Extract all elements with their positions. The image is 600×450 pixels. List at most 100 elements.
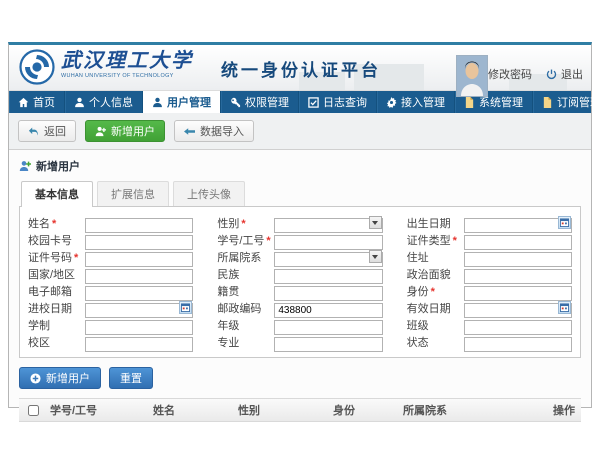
field-label: 性别* <box>217 215 274 231</box>
reset-button[interactable]: 重置 <box>109 367 153 389</box>
import-arrow-icon <box>184 126 195 137</box>
back-arrow-icon <box>28 126 39 137</box>
field-student-id: 学号/工号* <box>217 231 382 248</box>
campus-input[interactable] <box>85 337 193 352</box>
field-class: 班级 <box>407 316 572 333</box>
field-entry-date: 进校日期 <box>28 299 193 316</box>
select-all-checkbox[interactable] <box>28 405 39 416</box>
field-label: 籍贯 <box>217 283 274 299</box>
check-square-icon <box>308 97 319 108</box>
add-user-toolbar-button[interactable]: 新增用户 <box>85 120 165 142</box>
back-button[interactable]: 返回 <box>18 120 76 142</box>
calendar-icon[interactable] <box>558 216 571 229</box>
field-label: 校园卡号 <box>28 232 85 248</box>
native-place-input[interactable] <box>274 286 382 301</box>
add-user-panel: 新增用户 基本信息 扩展信息 上传头像 姓名* 性别* 出生日期 <box>9 149 591 407</box>
person-icon <box>74 97 85 108</box>
nav-item-access-management[interactable]: 接入管理 <box>377 91 455 113</box>
field-label: 学制 <box>28 317 85 333</box>
person-plus-icon <box>95 126 106 137</box>
entry-date-input[interactable] <box>85 303 193 318</box>
field-gender: 性别* <box>217 214 382 231</box>
col-name: 姓名 <box>150 402 235 418</box>
header-links: 修改密码 退出 <box>473 66 583 82</box>
calendar-icon[interactable] <box>558 301 571 314</box>
required-asterisk: * <box>74 252 78 264</box>
field-label: 证件号码* <box>28 249 85 265</box>
nav-item-log-query[interactable]: 日志查询 <box>299 91 377 113</box>
tab-upload-avatar[interactable]: 上传头像 <box>173 181 245 206</box>
data-import-label: 数据导入 <box>200 123 244 139</box>
nav-item-user-management[interactable]: 用户管理 <box>143 91 221 113</box>
id-number-input[interactable] <box>85 252 193 267</box>
add-user-label: 新增用户 <box>111 123 155 139</box>
field-label: 国家/地区 <box>28 266 85 282</box>
user-avatar[interactable] <box>456 55 488 97</box>
data-import-button[interactable]: 数据导入 <box>174 120 254 142</box>
address-input[interactable] <box>464 252 572 267</box>
identity-input[interactable] <box>464 286 572 301</box>
field-label: 民族 <box>217 266 274 282</box>
field-label: 住址 <box>407 249 464 265</box>
change-password-label: 修改密码 <box>488 66 532 82</box>
back-label: 返回 <box>44 123 66 139</box>
field-political-status: 政治面貌 <box>407 265 572 282</box>
basic-info-form: 姓名* 性别* 出生日期 校园卡号 学号/工号* <box>19 206 581 358</box>
campus-card-input[interactable] <box>85 235 193 250</box>
tab-basic-info[interactable]: 基本信息 <box>21 181 93 207</box>
gender-select[interactable] <box>274 218 382 233</box>
field-label: 证件类型* <box>407 232 464 248</box>
department-select[interactable] <box>274 252 382 267</box>
postal-code-input[interactable] <box>274 303 382 318</box>
field-label: 学号/工号* <box>217 232 274 248</box>
field-label: 状态 <box>407 334 464 350</box>
id-type-input[interactable] <box>464 235 572 250</box>
person-add-icon <box>19 160 31 172</box>
power-icon <box>546 69 557 80</box>
nav-label: 个人信息 <box>89 94 133 110</box>
valid-date-input[interactable] <box>464 303 572 318</box>
submit-add-user-button[interactable]: 新增用户 <box>19 367 101 389</box>
nav-label: 首页 <box>33 94 55 110</box>
calendar-icon[interactable] <box>179 301 192 314</box>
field-label: 身份* <box>407 283 464 299</box>
major-input[interactable] <box>274 337 382 352</box>
political-status-input[interactable] <box>464 269 572 284</box>
nav-item-personal-info[interactable]: 个人信息 <box>65 91 143 113</box>
field-label: 姓名* <box>28 215 85 231</box>
birthdate-input[interactable] <box>464 218 572 233</box>
dropdown-arrow-icon[interactable] <box>369 216 382 229</box>
main-nav: 首页 个人信息 用户管理 权限管理 日志查询 <box>9 91 591 113</box>
field-status: 状态 <box>407 333 572 350</box>
email-input[interactable] <box>85 286 193 301</box>
study-length-input[interactable] <box>85 320 193 335</box>
grade-input[interactable] <box>274 320 382 335</box>
field-label: 班级 <box>407 317 464 333</box>
dropdown-arrow-icon[interactable] <box>369 250 382 263</box>
ethnicity-input[interactable] <box>274 269 382 284</box>
reset-label: 重置 <box>120 370 142 386</box>
nav-item-permission-management[interactable]: 权限管理 <box>221 91 299 113</box>
field-valid-date: 有效日期 <box>407 299 572 316</box>
field-id-type: 证件类型* <box>407 231 572 248</box>
class-input[interactable] <box>464 320 572 335</box>
tab-extended-info[interactable]: 扩展信息 <box>97 181 169 206</box>
header: 武汉理工大学 WUHAN UNIVERSITY OF TECHNOLOGY 统一… <box>9 45 591 91</box>
status-input[interactable] <box>464 337 572 352</box>
nav-label: 接入管理 <box>401 94 445 110</box>
col-identity: 身份 <box>330 402 400 418</box>
col-student-id: 学号/工号 <box>47 402 150 418</box>
field-label: 校区 <box>28 334 85 350</box>
student-id-input[interactable] <box>274 235 382 250</box>
required-asterisk: * <box>266 235 270 247</box>
col-operation: 操作 <box>550 402 581 418</box>
page-icon <box>464 97 475 108</box>
country-input[interactable] <box>85 269 193 284</box>
form-actions: 新增用户 重置 <box>19 358 581 398</box>
nav-item-subscription-management[interactable]: 订阅管理 <box>533 91 600 113</box>
nav-item-home[interactable]: 首页 <box>9 91 65 113</box>
logout-link[interactable]: 退出 <box>546 66 583 82</box>
name-input[interactable] <box>85 218 193 233</box>
university-name-en: WUHAN UNIVERSITY OF TECHNOLOGY <box>61 73 174 79</box>
field-label: 出生日期 <box>407 215 464 231</box>
